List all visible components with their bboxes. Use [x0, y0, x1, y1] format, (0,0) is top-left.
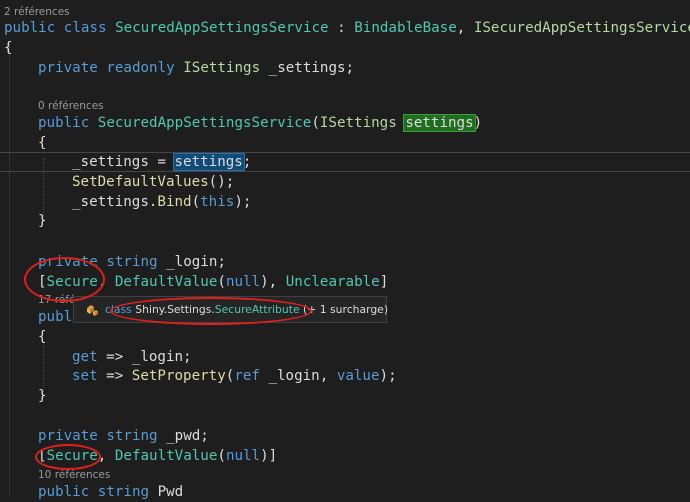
code-line-ctor-close-brace: }	[38, 213, 47, 229]
code-line-class-declaration: public class SecuredAppSettingsService :…	[4, 20, 690, 36]
annotation-circle-secure-pwd	[35, 444, 101, 470]
code-line-ctor: public SecuredAppSettingsService(ISettin…	[38, 114, 483, 132]
annotation-circle-tooltip-type	[110, 297, 312, 325]
code-line-field: private readonly ISettings _settings;	[38, 60, 355, 76]
code-line-assign: _settings = settings;	[72, 153, 252, 171]
code-line-prop-open-brace: {	[38, 329, 47, 345]
code-line-set-defaults: SetDefaultValues();	[72, 174, 235, 190]
class-icon	[87, 305, 98, 316]
annotation-circle-secure-login	[24, 257, 105, 302]
code-line-ctor-open-brace: {	[38, 135, 47, 151]
selected-reference: settings	[172, 153, 245, 171]
codelens-class-references[interactable]: 2 références	[4, 5, 70, 19]
code-editor[interactable]: 2 références public class SecuredAppSett…	[0, 0, 690, 502]
code-line-prop-close-brace: }	[38, 388, 47, 404]
codelens-pwd-references[interactable]: 10 références	[38, 468, 110, 482]
code-line-setter: set => SetProperty(ref _login, value);	[72, 368, 397, 384]
code-line-pwd-property: public string Pwd	[38, 484, 184, 500]
code-line-pwd-field: private string _pwd;	[38, 428, 209, 444]
code-line-bind: _settings.Bind(this);	[72, 194, 252, 210]
code-line-login-property: publ	[38, 309, 73, 325]
codelens-ctor-references[interactable]: 0 références	[38, 99, 104, 113]
code-line-open-brace: {	[4, 40, 13, 56]
code-line-getter: get => _login;	[72, 349, 192, 365]
indent-guide	[9, 44, 10, 496]
highlighted-parameter: settings	[403, 114, 476, 132]
